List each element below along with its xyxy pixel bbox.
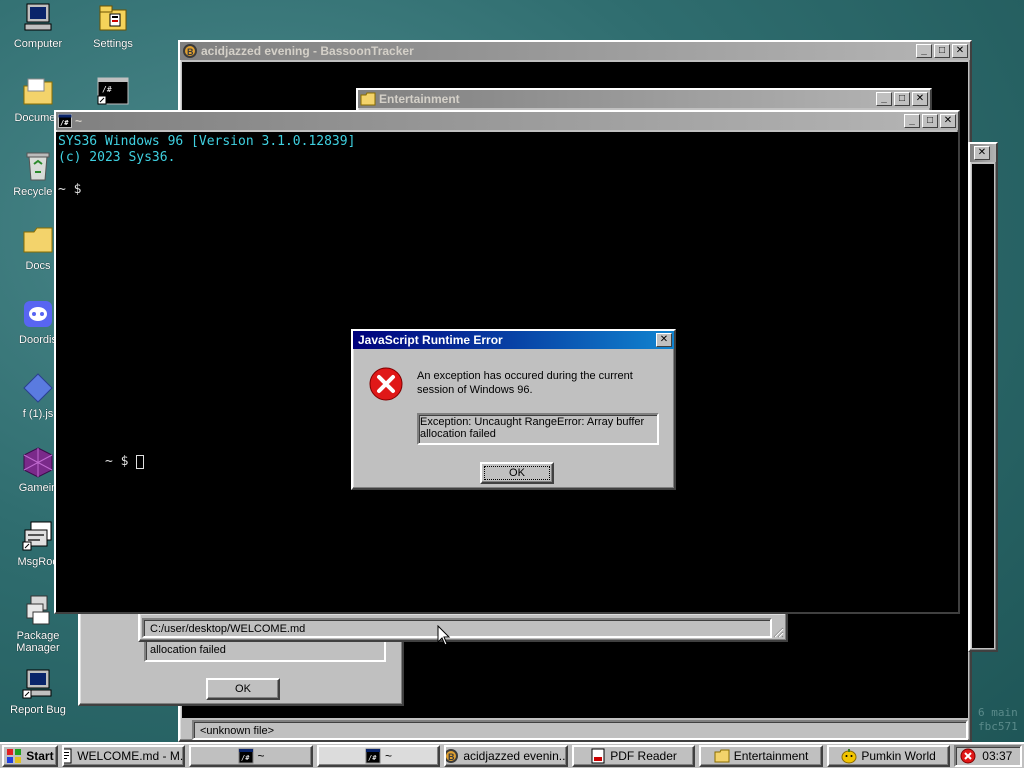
terminal-titlebar[interactable]: /# ~ _ □ ✕ [56, 112, 958, 130]
desktop-icon-computer[interactable]: Computer [0, 2, 76, 50]
error-dialog-title: JavaScript Runtime Error [358, 333, 503, 347]
close-button[interactable]: ✕ [912, 92, 928, 106]
close-button[interactable]: ✕ [974, 146, 990, 160]
tracker-faded-text: 6 main fbc571 [978, 706, 1018, 733]
msgroom-icon [21, 520, 55, 552]
settings-icon [96, 2, 130, 34]
gamein-cube-icon [21, 446, 55, 478]
documents-folder-icon [21, 76, 55, 108]
terminal-line: ~ $ [58, 182, 82, 197]
terminal-prompt: ~ $ [104, 454, 137, 469]
terminal-icon: /# [58, 114, 72, 128]
bassoon-tracker-icon: B [446, 748, 459, 764]
desktop-icon-report-bug[interactable]: Report Bug [0, 668, 76, 716]
computer-icon [21, 2, 55, 34]
background-ok-button[interactable]: OK [206, 678, 280, 700]
terminal-cursor [136, 454, 145, 469]
svg-text:/#: /# [102, 85, 112, 94]
taskbar-item-pdf-reader[interactable]: PDF Reader [571, 745, 696, 767]
system-tray: 03:37 [954, 745, 1023, 767]
tracker-title: acidjazzed evening - BassoonTracker [201, 44, 414, 58]
pdf-icon [590, 748, 606, 764]
terminal-line: SYS36 Windows 96 [Version 3.1.0.12839] [58, 134, 356, 149]
discord-icon [21, 298, 55, 330]
minimize-button[interactable]: _ [904, 114, 920, 128]
mouse-cursor-icon [437, 624, 451, 647]
maximize-button[interactable]: □ [934, 44, 950, 58]
svg-text:B: B [187, 47, 194, 57]
folder-icon [714, 748, 730, 764]
folder-icon [360, 92, 376, 106]
terminal-icon: /# [238, 748, 254, 764]
taskbar-item-terminal-1[interactable]: /# ~ [189, 745, 313, 767]
background-window-right[interactable]: ✕ [968, 142, 998, 652]
ok-button[interactable]: OK [480, 462, 554, 484]
taskbar-item-pumkin-world[interactable]: Pumkin World [826, 745, 951, 767]
maximize-button[interactable]: □ [922, 114, 938, 128]
desktop-icon-terminal-shortcut[interactable]: /# [75, 76, 151, 112]
terminal-line: (c) 2023 Sys36. [58, 150, 176, 165]
taskbar-item-terminal-2[interactable]: /# ~ [316, 745, 441, 767]
minimize-button[interactable]: _ [916, 44, 932, 58]
close-button[interactable]: ✕ [940, 114, 956, 128]
taskbar-item-bassoon-tracker[interactable]: B acidjazzed evenin... [444, 745, 568, 767]
close-button[interactable]: ✕ [656, 333, 672, 347]
maximize-button[interactable]: □ [894, 92, 910, 106]
close-button[interactable]: ✕ [952, 44, 968, 58]
svg-text:/#: /# [241, 754, 250, 762]
terminal-prompt-line[interactable]: ~ $ [58, 438, 145, 486]
welcome-window[interactable]: C:/user/desktop/WELCOME.md [138, 612, 788, 642]
error-icon [369, 367, 403, 401]
svg-text:/#: /# [368, 754, 377, 762]
recycle-bin-icon [21, 150, 55, 182]
minimize-button[interactable]: _ [876, 92, 892, 106]
svg-text:B: B [448, 752, 455, 762]
svg-text:/#: /# [60, 119, 69, 127]
error-tray-icon[interactable] [960, 748, 976, 764]
welcome-path: C:/user/desktop/WELCOME.md [142, 618, 772, 638]
desktop-icon-settings[interactable]: Settings [75, 2, 151, 50]
taskbar-item-entertainment[interactable]: Entertainment [699, 745, 823, 767]
error-detail: Exception: Uncaught RangeError: Array bu… [417, 413, 659, 445]
error-dialog-titlebar[interactable]: JavaScript Runtime Error ✕ [353, 331, 674, 349]
js-diamond-icon [21, 372, 55, 404]
resize-grip-icon[interactable] [772, 626, 784, 638]
entertainment-titlebar[interactable]: Entertainment _ □ ✕ [358, 90, 930, 108]
folder-icon [21, 224, 55, 256]
tracker-titlebar[interactable]: B acidjazzed evening - BassoonTracker _ … [180, 42, 970, 60]
package-manager-icon [21, 594, 55, 626]
terminal-shortcut-icon: /# [96, 76, 130, 108]
clock[interactable]: 03:37 [982, 749, 1012, 763]
bassoon-tracker-icon: B [182, 43, 198, 59]
taskbar-item-welcome[interactable]: WELCOME.md - M... [61, 745, 186, 767]
terminal-title: ~ [75, 114, 83, 128]
terminal-icon: /# [365, 748, 381, 764]
tracker-status-bar: <unknown file> [192, 720, 968, 740]
windows-logo-icon [6, 748, 22, 764]
pumpkin-icon [841, 748, 857, 764]
start-button[interactable]: Start [2, 745, 58, 767]
document-icon [63, 748, 73, 764]
report-bug-icon [21, 668, 55, 700]
error-message: An exception has occured during the curr… [417, 370, 633, 396]
taskbar: Start WELCOME.md - M... /# ~ /# ~ B acid… [0, 742, 1024, 768]
error-dialog[interactable]: JavaScript Runtime Error ✕ An exception … [351, 329, 676, 490]
